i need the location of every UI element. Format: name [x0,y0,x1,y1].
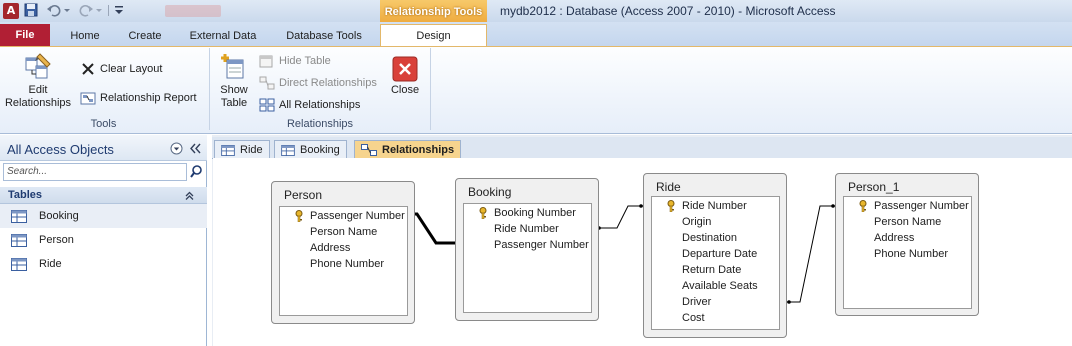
field-return-date[interactable]: Return Date [652,262,741,278]
table-window-person-1[interactable]: Person_1 Passenger Number Person Name Ad… [835,173,979,316]
field-label: Passenger Number [874,200,969,212]
field-label: Ride Number [494,223,559,235]
field-booking-number[interactable]: Booking Number [464,205,576,221]
field-destination[interactable]: Destination [652,230,737,246]
field-label: Cost [682,312,705,324]
relationship-line-booking-ride [597,205,643,229]
primary-key-icon [667,200,675,212]
field-passenger-number[interactable]: Passenger Number [464,237,589,253]
table-window-person[interactable]: Person Passenger Number Person Name Addr… [271,181,415,324]
field-label: Destination [682,232,738,244]
field-label: Driver [682,296,712,308]
table-window-booking[interactable]: Booking Booking Number Ride Number Passe… [455,178,599,321]
field-label: Origin [682,216,712,228]
field-label: Person Name [310,226,378,238]
table-window-ride[interactable]: Ride Ride Number Origin Destination Depa… [643,173,787,338]
field-list: Passenger Number Person Name Address Pho… [279,206,408,316]
field-ride-number[interactable]: Ride Number [464,221,559,237]
field-passenger-number[interactable]: Passenger Number [280,208,405,224]
relationship-line-ride-person1 [787,205,835,303]
field-list: Ride Number Origin Destination Departure… [651,196,780,330]
field-person-name[interactable]: Person Name [844,214,941,230]
field-label: Booking Number [494,207,576,219]
relationship-end-marker [787,300,791,304]
field-label: Passenger Number [494,239,589,251]
table-title: Person_1 [848,180,900,194]
field-list: Passenger Number Person Name Address Pho… [843,196,972,309]
primary-key-icon [479,207,487,219]
field-label: Phone Number [874,248,948,260]
table-title: Booking [468,185,512,199]
primary-key-icon [295,210,303,222]
field-list: Booking Number Ride Number Passenger Num… [463,203,592,313]
field-phone-number[interactable]: Phone Number [280,256,384,272]
field-label: Available Seats [682,280,758,292]
field-label: Ride Number [682,200,747,212]
field-label: Address [310,242,351,254]
field-address[interactable]: Address [844,230,914,246]
field-departure-date[interactable]: Departure Date [652,246,757,262]
field-cost[interactable]: Cost [652,310,705,326]
field-label: Return Date [682,264,742,276]
field-passenger-number[interactable]: Passenger Number [844,198,969,214]
field-origin[interactable]: Origin [652,214,711,230]
field-person-name[interactable]: Person Name [280,224,377,240]
field-label: Phone Number [310,258,384,270]
table-title: Ride [656,180,681,194]
field-label: Address [874,232,915,244]
table-title: Person [284,188,323,202]
field-ride-number[interactable]: Ride Number [652,198,747,214]
field-label: Passenger Number [310,210,405,222]
field-phone-number[interactable]: Phone Number [844,246,948,262]
field-available-seats[interactable]: Available Seats [652,278,758,294]
field-driver[interactable]: Driver [652,294,711,310]
field-label: Person Name [874,216,942,228]
primary-key-icon [859,200,867,212]
field-label: Departure Date [682,248,758,260]
field-address[interactable]: Address [280,240,350,256]
